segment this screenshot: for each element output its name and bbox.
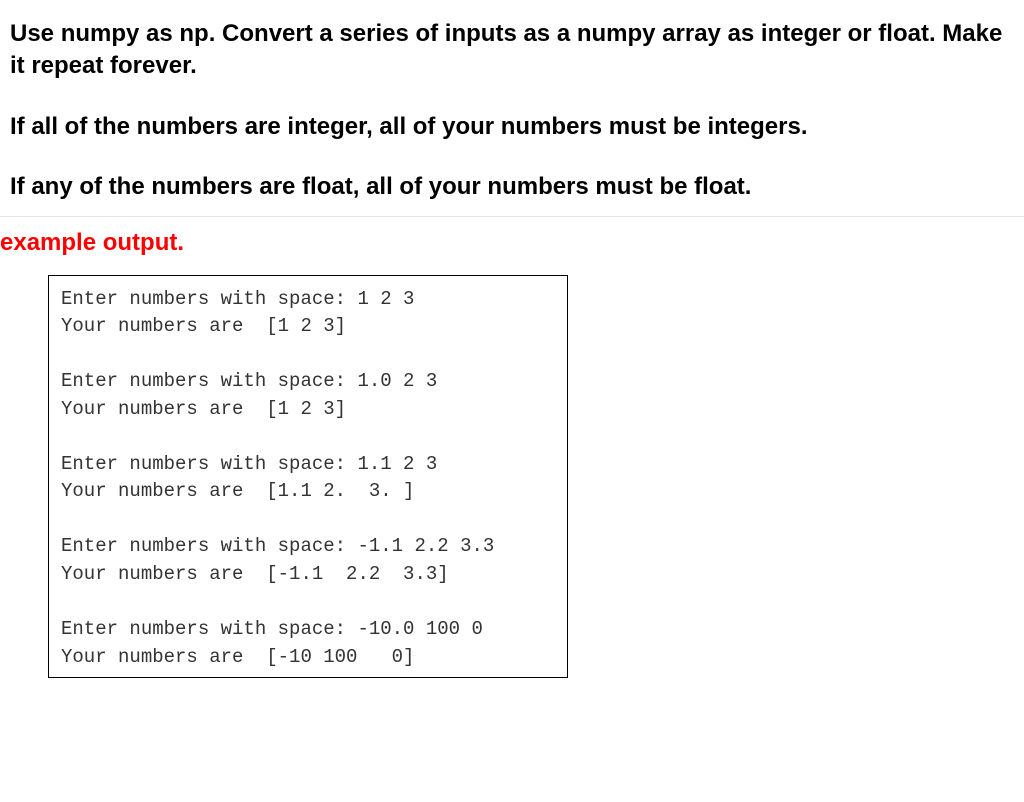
example-output-code: Enter numbers with space: 1 2 3 Your num… (48, 275, 568, 679)
instruction-paragraph-2: If all of the numbers are integer, all o… (10, 111, 1014, 143)
example-output-header: example output. (0, 217, 1024, 275)
instruction-paragraph-1: Use numpy as np. Convert a series of inp… (10, 18, 1014, 83)
instruction-paragraph-3: If any of the numbers are float, all of … (10, 171, 1014, 203)
instructions-section: Use numpy as np. Convert a series of inp… (0, 0, 1024, 204)
